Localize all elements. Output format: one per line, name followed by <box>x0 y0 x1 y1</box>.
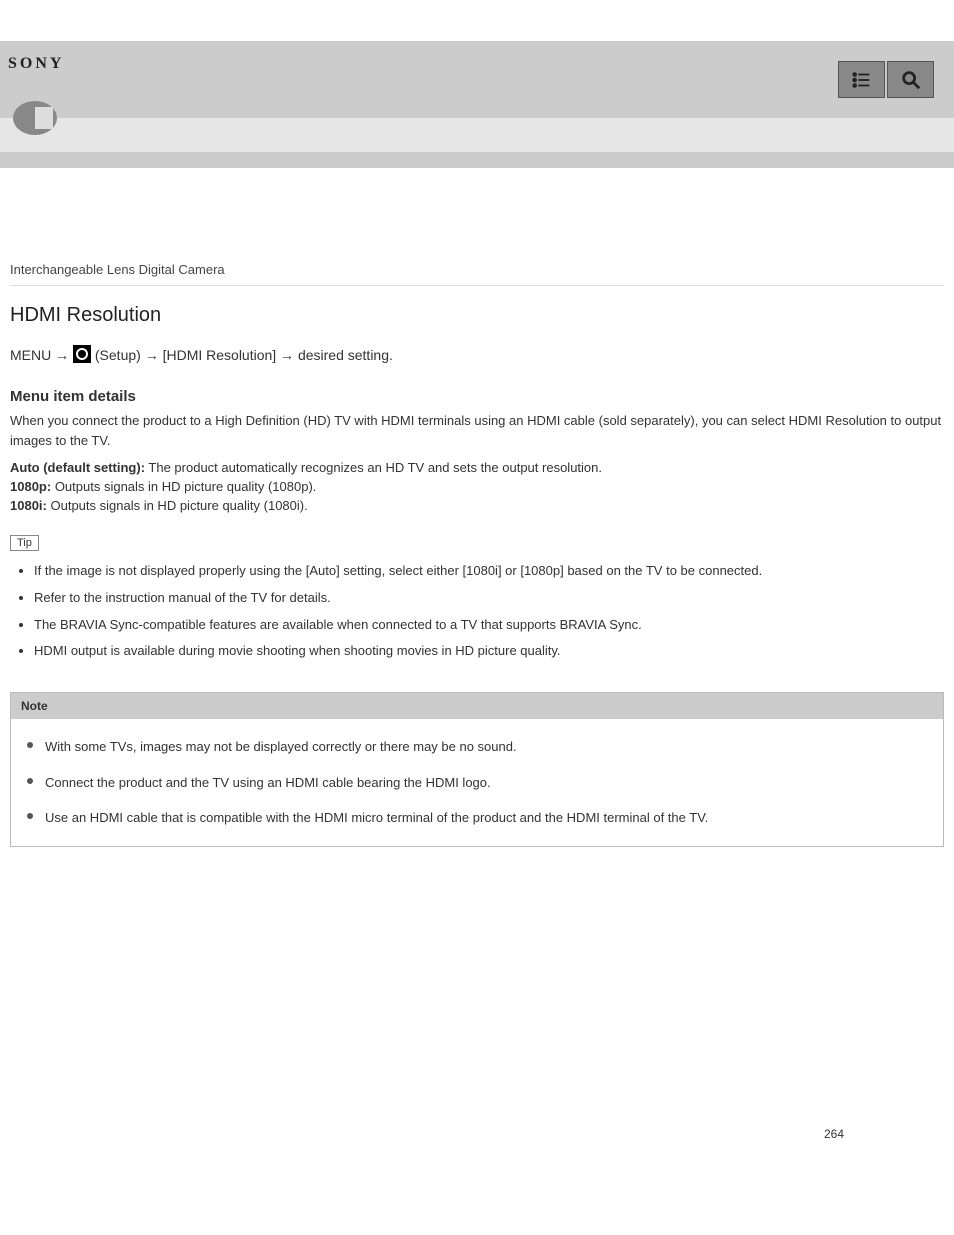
list-item: If the image is not displayed properly u… <box>34 561 944 582</box>
search-icon[interactable] <box>887 61 934 98</box>
menu-path-prefix: MENU → <box>10 347 73 363</box>
brand-logo: SONY <box>8 41 64 73</box>
option-1080p-desc: Outputs signals in HD picture quality (1… <box>51 479 316 494</box>
gear-icon <box>73 345 91 363</box>
list-item: Use an HDMI cable that is compatible wit… <box>27 800 927 836</box>
subheader-icon[interactable] <box>7 101 63 135</box>
content-area: Interchangeable Lens Digital Camera HDMI… <box>0 168 954 847</box>
tips-list: If the image is not displayed properly u… <box>10 561 944 662</box>
list-item: Refer to the instruction manual of the T… <box>34 588 944 609</box>
option-auto: Auto (default setting): The product auto… <box>10 460 944 475</box>
header-icons <box>838 61 934 98</box>
note-box: Note With some TVs, images may not be di… <box>10 692 944 847</box>
option-1080i: 1080i: Outputs signals in HD picture qua… <box>10 498 944 513</box>
option-1080p-label: 1080p: <box>10 479 51 494</box>
details-intro: When you connect the product to a High D… <box>10 411 944 450</box>
tip-label: Tip <box>10 535 39 551</box>
menu-path: MENU → (Setup) → [HDMI Resolution] → des… <box>10 345 944 366</box>
option-1080i-label: 1080i: <box>10 498 47 513</box>
option-1080i-desc: Outputs signals in HD picture quality (1… <box>47 498 308 513</box>
notes-list: With some TVs, images may not be display… <box>27 729 927 836</box>
option-auto-label: Auto (default setting): <box>10 460 145 475</box>
details-heading: Menu item details <box>10 388 944 405</box>
list-item: With some TVs, images may not be display… <box>27 729 927 765</box>
note-heading: Note <box>11 693 943 719</box>
page-number: 264 <box>0 847 954 1181</box>
list-item: HDMI output is available during movie sh… <box>34 641 944 662</box>
option-1080p: 1080p: Outputs signals in HD picture qua… <box>10 479 944 494</box>
section-label: Interchangeable Lens Digital Camera <box>10 262 944 277</box>
divider <box>10 285 944 286</box>
option-auto-desc: The product automatically recognizes an … <box>145 460 602 475</box>
menu-path-suffix: (Setup) → [HDMI Resolution] → desired se… <box>91 347 393 363</box>
subheader <box>0 118 954 152</box>
header: SONY <box>0 41 954 118</box>
page-title: HDMI Resolution <box>10 304 944 327</box>
list-item: The BRAVIA Sync-compatible features are … <box>34 615 944 636</box>
list-item: Connect the product and the TV using an … <box>27 765 927 801</box>
toc-icon[interactable] <box>838 61 885 98</box>
